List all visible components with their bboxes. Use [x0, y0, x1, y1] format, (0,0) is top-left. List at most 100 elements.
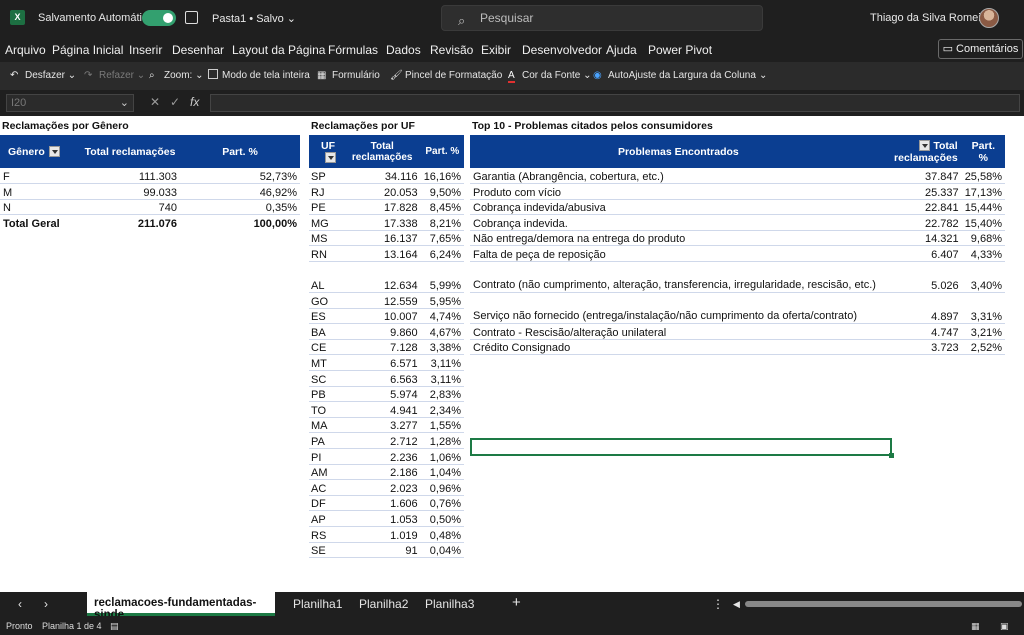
confirm-icon[interactable]: ✓ — [170, 95, 180, 109]
uf-total-header[interactable]: Total reclamações — [343, 135, 421, 168]
top10-row[interactable]: Contrato - Rescisão/alteração unilateral… — [470, 323, 1005, 340]
top10-part-header[interactable]: Part. % — [961, 135, 1005, 168]
menu-exibir[interactable]: Exibir — [481, 43, 511, 57]
worksheet[interactable]: Reclamações por Gênero Gênero Total recl… — [0, 116, 1024, 592]
uf-row[interactable]: SC 6.563 3,11% — [309, 370, 464, 387]
top10-row[interactable]: Serviço não fornecido (entrega/instalaçã… — [470, 292, 1005, 325]
top10-row[interactable]: Falta de peça de reposição 6.407 4,33% — [470, 245, 1005, 263]
uf-row[interactable]: SP 34.116 16,16% — [309, 168, 464, 185]
uf-header[interactable]: UF — [309, 135, 344, 168]
uf-row[interactable]: RJ 20.053 9,50% — [309, 183, 464, 200]
zoom-button[interactable]: Zoom: ⌄ — [164, 70, 204, 81]
menu-desenvolvedor[interactable]: Desenvolvedor — [522, 43, 602, 57]
uf-row[interactable]: DF 1.606 0,76% — [309, 495, 464, 512]
menu-formulas[interactable]: Fórmulas — [328, 43, 378, 57]
uf-row[interactable]: AM 2.186 1,04% — [309, 464, 464, 481]
uf-row[interactable]: TO 4.941 2,34% — [309, 401, 464, 418]
problems-header[interactable]: Problemas Encontrados — [470, 135, 887, 168]
top10-row[interactable]: Produto com vício 25.337 17,13% — [470, 183, 1005, 200]
menu-revisao[interactable]: Revisão — [430, 43, 473, 57]
top10-row[interactable]: Cobrança indevida/abusiva 22.841 15,44% — [470, 199, 1005, 216]
uf-row[interactable]: CE 7.128 3,38% — [309, 339, 464, 356]
name-box[interactable]: I20 ⌄ — [6, 94, 134, 112]
uf-row[interactable]: RS 1.019 0,48% — [309, 526, 464, 543]
undo-button[interactable]: Desfazer ⌄ — [25, 70, 76, 81]
uf-row[interactable]: MS 16.137 7,65% — [309, 230, 464, 247]
normal-view-icon[interactable]: ▦ — [971, 621, 980, 632]
uf-row[interactable]: PB 5.974 2,83% — [309, 386, 464, 403]
horizontal-scrollbar[interactable] — [745, 601, 1022, 607]
filter-icon[interactable] — [48, 146, 60, 158]
sheet-tab-planilha3[interactable]: Planilha3 — [425, 597, 474, 611]
fx-icon[interactable]: fx — [190, 95, 199, 109]
top10-row[interactable]: Crédito Consignado 3.723 2,52% — [470, 339, 1005, 356]
next-sheet-icon[interactable]: › — [44, 597, 48, 611]
genero-row[interactable]: F 111.303 52,73% — [0, 168, 300, 185]
autosave-toggle[interactable] — [142, 10, 176, 26]
comments-button[interactable]: ▭ Comentários — [938, 39, 1023, 59]
user-name[interactable]: Thiago da Silva Romeiro — [870, 12, 990, 24]
menu-ajuda[interactable]: Ajuda — [606, 43, 637, 57]
menu-dados[interactable]: Dados — [386, 43, 421, 57]
genero-row[interactable]: M 99.033 46,92% — [0, 183, 300, 200]
uf-row[interactable]: AP 1.053 0,50% — [309, 510, 464, 527]
genero-part-header[interactable]: Part. % — [180, 135, 300, 168]
menu-inserir[interactable]: Inserir — [129, 43, 162, 57]
more-options-icon[interactable]: ⋮ — [712, 597, 724, 611]
menu-arquivo[interactable]: Arquivo — [5, 43, 46, 57]
add-sheet-button[interactable]: + — [512, 594, 521, 611]
uf-row[interactable]: SE 91 0,04% — [309, 542, 464, 559]
uf-row[interactable]: ES 10.007 4,74% — [309, 308, 464, 325]
genero-header[interactable]: Gênero — [0, 135, 80, 168]
genero-total-header[interactable]: Total reclamações — [80, 135, 180, 168]
sort-icon[interactable] — [325, 152, 336, 164]
fullscreen-label[interactable]: Modo de tela inteira — [222, 70, 310, 81]
uf-row[interactable]: AC 2.023 0,96% — [309, 479, 464, 496]
uf-row[interactable]: RN 13.164 6,24% — [309, 245, 464, 263]
menu-pagina-inicial[interactable]: Página Inicial — [52, 43, 123, 57]
sheet-tab-active[interactable]: reclamacoes-fundamentadas-sinde — [87, 592, 275, 621]
uf-row[interactable]: MT 6.571 3,11% — [309, 354, 464, 372]
scroll-left-icon[interactable]: ◀ — [733, 599, 740, 610]
genero-row[interactable]: N 740 0,35% — [0, 199, 300, 216]
format-painter-button[interactable]: Pincel de Formatação — [405, 70, 502, 81]
uf-row[interactable]: GO 12.559 5,95% — [309, 292, 464, 309]
formula-input[interactable] — [210, 94, 1020, 112]
form-button[interactable]: Formulário — [332, 70, 380, 81]
accessibility-icon[interactable]: ▤ — [110, 621, 119, 632]
document-name[interactable]: Pasta1 • Salvo ⌄ — [212, 12, 296, 25]
menu-layout[interactable]: Layout da Página — [232, 43, 325, 57]
sheet-tab-planilha2[interactable]: Planilha2 — [359, 597, 408, 611]
uf-row[interactable]: AL 12.634 5,99% — [309, 261, 464, 294]
uf-row[interactable]: BA 9.860 4,67% — [309, 323, 464, 340]
fullscreen-checkbox[interactable] — [208, 69, 218, 79]
font-color-button[interactable]: Cor da Fonte ⌄ — [522, 70, 592, 81]
top10-row[interactable]: Cobrança indevida. 22.782 15,40% — [470, 214, 1005, 231]
menu-desenhar[interactable]: Desenhar — [172, 43, 224, 57]
uf-row[interactable]: MG 17.338 8,21% — [309, 214, 464, 231]
uf-row[interactable]: PE 17.828 8,45% — [309, 199, 464, 216]
save-icon[interactable] — [185, 11, 198, 24]
search-box[interactable]: ⌕ Pesquisar — [441, 5, 763, 31]
top10-total-header[interactable]: Total reclamações — [886, 135, 962, 168]
redo-button[interactable]: Refazer ⌄ — [99, 70, 145, 81]
top10-row[interactable]: Contrato (não cumprimento, alteração, tr… — [470, 261, 1005, 294]
sheet-tab-planilha1[interactable]: Planilha1 — [293, 597, 342, 611]
uf-row[interactable]: PA 2.712 1,28% — [309, 432, 464, 449]
toolbar-more-button[interactable]: ⌄ — [759, 70, 767, 81]
uf-row[interactable]: PI 2.236 1,06% — [309, 448, 464, 465]
chevron-down-icon[interactable]: ⌄ — [120, 95, 129, 111]
autofit-button[interactable]: AutoAjuste da Largura da Coluna — [608, 70, 756, 81]
menu-power-pivot[interactable]: Power Pivot — [648, 43, 712, 57]
uf-part-header[interactable]: Part. % — [420, 135, 464, 168]
sort-icon[interactable] — [919, 140, 931, 152]
selected-cell[interactable] — [470, 438, 894, 458]
cancel-icon[interactable]: ✕ — [150, 95, 160, 109]
top10-row[interactable]: Garantia (Abrangência, cobertura, etc.) 3… — [470, 168, 1005, 185]
top10-row[interactable]: Não entrega/demora na entrega do produto… — [470, 230, 1005, 247]
user-avatar[interactable] — [979, 8, 999, 28]
prev-sheet-icon[interactable]: ‹ — [18, 597, 22, 611]
page-layout-icon[interactable]: ▣ — [1000, 621, 1009, 632]
uf-row[interactable]: MA 3.277 1,55% — [309, 417, 464, 434]
genero-total-row[interactable]: Total Geral 211.076 100,00% — [0, 214, 300, 231]
